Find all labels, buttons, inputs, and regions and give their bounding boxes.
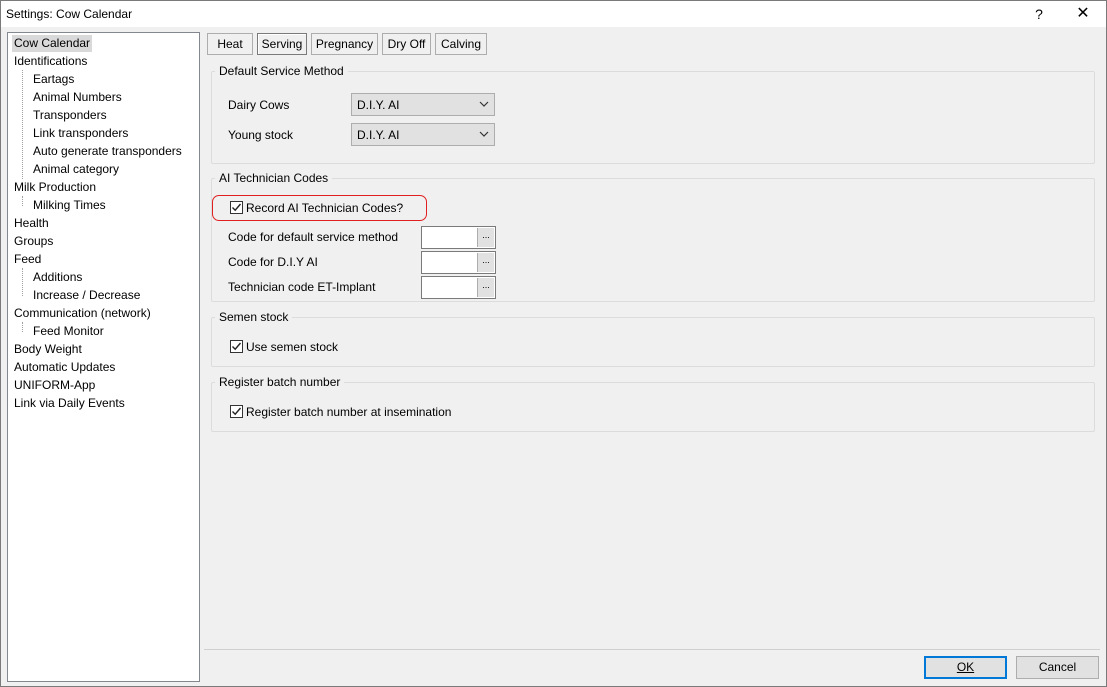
tree-item-milking-times[interactable]: Milking Times <box>31 197 108 214</box>
record-technician-checkbox[interactable] <box>230 201 243 214</box>
browse-button[interactable]: ... <box>477 228 494 247</box>
checkmark-icon <box>232 407 242 416</box>
help-button[interactable]: ? <box>1016 1 1062 27</box>
et-code-field[interactable]: ... <box>421 276 496 299</box>
tree-item-feed-monitor[interactable]: Feed Monitor <box>31 323 106 340</box>
tree-item-uniform-app[interactable]: UNIFORM-App <box>12 377 97 394</box>
ok-button-label: OK <box>956 660 975 674</box>
tree-connector <box>22 268 23 296</box>
ok-button[interactable]: OK <box>924 656 1007 679</box>
semen-title: Semen stock <box>215 310 293 324</box>
diy-code-label: Code for D.I.Y AI <box>228 255 318 269</box>
dairy-cows-label: Dairy Cows <box>228 98 290 112</box>
tree-item-auto-generate-transponders[interactable]: Auto generate transponders <box>31 143 184 160</box>
tab-dry-off[interactable]: Dry Off <box>382 33 431 55</box>
checkmark-icon <box>232 342 242 351</box>
cancel-button[interactable]: Cancel <box>1016 656 1099 679</box>
close-button[interactable]: ✕ <box>1060 1 1106 27</box>
tree-item-communication[interactable]: Communication (network) <box>12 305 153 322</box>
use-semen-stock-label: Use semen stock <box>246 340 339 354</box>
tree-item-additions[interactable]: Additions <box>31 269 84 286</box>
checkmark-icon <box>232 203 242 212</box>
tab-serving[interactable]: Serving <box>257 33 307 55</box>
tree-item-cow-calendar[interactable]: Cow Calendar <box>12 35 93 52</box>
tree-item-milk-production[interactable]: Milk Production <box>12 179 98 196</box>
tree-connector <box>22 196 23 206</box>
et-code-label: Technician code ET-Implant <box>228 280 376 294</box>
young-stock-select[interactable]: D.I.Y. AI <box>351 123 495 146</box>
dairy-cows-select[interactable]: D.I.Y. AI <box>351 93 495 116</box>
record-technician-label: Record AI Technician Codes? <box>246 201 404 215</box>
batch-title: Register batch number <box>215 375 345 389</box>
register-batch-label: Register batch number at insemination <box>246 405 452 419</box>
tree-item-body-weight[interactable]: Body Weight <box>12 341 84 358</box>
divider <box>204 649 1100 650</box>
tree-item-groups[interactable]: Groups <box>12 233 55 250</box>
service-method-title: Default Service Method <box>215 64 348 78</box>
tab-pregnancy[interactable]: Pregnancy <box>311 33 378 55</box>
service-method-group <box>211 71 1095 164</box>
browse-button[interactable]: ... <box>477 278 494 297</box>
tree-item-automatic-updates[interactable]: Automatic Updates <box>12 359 117 376</box>
tree-item-animal-numbers[interactable]: Animal Numbers <box>31 89 124 106</box>
tree-item-identifications[interactable]: Identifications <box>12 53 89 70</box>
dairy-cows-value: D.I.Y. AI <box>357 98 400 112</box>
register-batch-checkbox[interactable] <box>230 405 243 418</box>
tree-item-animal-category[interactable]: Animal category <box>31 161 121 178</box>
tree-item-link-transponders[interactable]: Link transponders <box>31 125 130 142</box>
title-bar: Settings: Cow Calendar ? ✕ <box>1 1 1106 27</box>
window-title: Settings: Cow Calendar <box>6 7 133 21</box>
chevron-down-icon <box>479 101 489 107</box>
browse-button[interactable]: ... <box>477 253 494 272</box>
technician-title: AI Technician Codes <box>215 171 333 185</box>
tree-connector <box>22 70 23 179</box>
tree-item-feed[interactable]: Feed <box>12 251 43 268</box>
tree-item-eartags[interactable]: Eartags <box>31 71 76 88</box>
use-semen-stock-checkbox[interactable] <box>230 340 243 353</box>
diy-code-field[interactable]: ... <box>421 251 496 274</box>
tree-item-increase-decrease[interactable]: Increase / Decrease <box>31 287 142 304</box>
settings-tree[interactable]: Cow Calendar Identifications Eartags Ani… <box>7 32 200 682</box>
young-stock-value: D.I.Y. AI <box>357 128 400 142</box>
tab-calving[interactable]: Calving <box>435 33 487 55</box>
default-code-field[interactable]: ... <box>421 226 496 249</box>
tree-item-link-daily-events[interactable]: Link via Daily Events <box>12 395 127 412</box>
tree-item-health[interactable]: Health <box>12 215 51 232</box>
tab-heat[interactable]: Heat <box>207 33 253 55</box>
chevron-down-icon <box>479 131 489 137</box>
young-stock-label: Young stock <box>228 128 293 142</box>
tree-connector <box>22 322 23 332</box>
default-code-label: Code for default service method <box>228 230 399 244</box>
tree-item-transponders[interactable]: Transponders <box>31 107 109 124</box>
settings-dialog: Settings: Cow Calendar ? ✕ Cow Calendar … <box>0 0 1107 687</box>
cancel-button-label: Cancel <box>1038 660 1077 674</box>
semen-group <box>211 317 1095 367</box>
